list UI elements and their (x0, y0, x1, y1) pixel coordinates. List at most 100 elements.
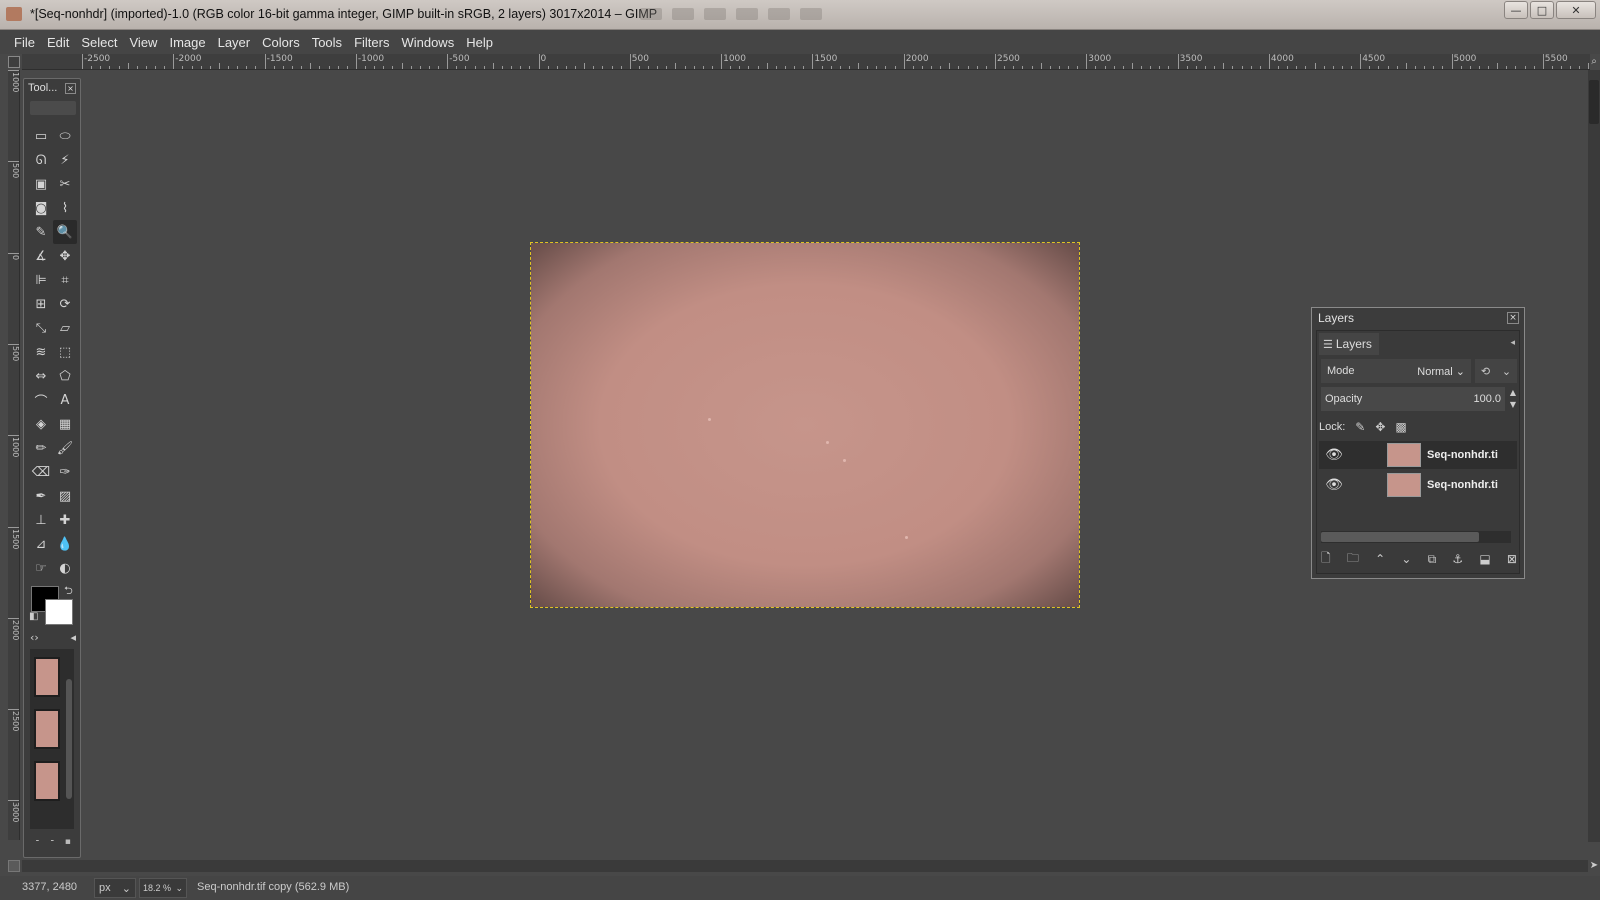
menu-image[interactable]: Image (163, 35, 211, 50)
opacity-slider[interactable]: Opacity 100.0 (1321, 387, 1505, 411)
layer-row[interactable]: 👁 Seq-nonhdr.ti (1319, 471, 1517, 499)
quick-mask-toggle[interactable] (8, 860, 20, 872)
align-icon[interactable]: ⊫ (29, 268, 53, 292)
horizontal-ruler[interactable]: -2500 -2000 -1500 -1000 -500 0 500 1000 1500 2000… (22, 54, 1590, 70)
tab-layers[interactable]: ☰ Layers (1319, 333, 1379, 355)
vertical-scrollbar[interactable] (1588, 70, 1600, 842)
fuzzy-select-icon[interactable]: ⚡ (53, 148, 77, 172)
menu-colors[interactable]: Colors (256, 35, 306, 50)
image-thumbnail[interactable] (34, 709, 60, 749)
visibility-eye-icon[interactable]: 👁 (1319, 447, 1349, 463)
select-by-color-icon[interactable]: ▣ (29, 172, 53, 196)
menu-file[interactable]: File (8, 35, 41, 50)
warp-transform-icon[interactable]: ≋ (29, 340, 53, 364)
unit-select[interactable]: px ⌄ (94, 878, 136, 898)
menu-layer[interactable]: Layer (212, 35, 257, 50)
horizontal-scrollbar[interactable] (22, 860, 1588, 872)
shear-icon[interactable]: ▱ (53, 316, 77, 340)
blur-icon[interactable]: 💧 (53, 532, 77, 556)
vertical-ruler[interactable]: 1000 500 0 500 1000 1500 2000 2500 3000 (8, 70, 20, 840)
paintbrush-icon[interactable]: 🖌 (53, 436, 77, 460)
menu-view[interactable]: View (124, 35, 164, 50)
menu-tools[interactable]: Tools (306, 35, 348, 50)
image-thumbnail[interactable] (34, 657, 60, 697)
smudge-icon[interactable]: ☞ (29, 556, 53, 580)
navigate-icon[interactable]: ➤ (1588, 860, 1600, 872)
rect-select-icon[interactable]: ▭ (29, 124, 53, 148)
opacity-spin-buttons[interactable]: ▲ ▼ (1507, 387, 1519, 411)
raise-layer-icon[interactable]: ⌃ (1375, 552, 1385, 566)
default-colors-icon[interactable]: ◧ (29, 611, 38, 622)
brush-nav-icon[interactable]: ‹› (30, 631, 39, 644)
gradient-icon[interactable]: ▦ (53, 412, 77, 436)
lock-alpha-icon[interactable]: ▩ (1395, 420, 1406, 434)
zoom-icon[interactable]: 🔍 (53, 220, 77, 244)
crop-icon[interactable]: ⌗ (53, 268, 77, 292)
menu-windows[interactable]: Windows (395, 35, 460, 50)
flip-icon[interactable]: ⇔ (29, 364, 53, 388)
anchor-layer-icon[interactable]: ⚓ (1452, 552, 1463, 566)
lock-pixels-icon[interactable]: ✎ (1355, 420, 1365, 434)
rotate-icon[interactable]: ⟳ (53, 292, 77, 316)
close-window-button[interactable]: ✕ (1556, 1, 1596, 19)
image-canvas[interactable] (530, 242, 1080, 608)
background-color-swatch[interactable] (45, 599, 73, 625)
layer-row[interactable]: 👁 Seq-nonhdr.ti (1319, 441, 1517, 469)
delete-layer-icon[interactable]: ⊠ (1507, 552, 1517, 566)
maximize-button[interactable]: □ (1530, 1, 1554, 19)
toolbox-close-button[interactable]: × (65, 83, 76, 94)
bucket-fill-icon[interactable]: ◈ (29, 412, 53, 436)
duplicate-layer-icon[interactable]: ⧉ (1428, 552, 1437, 567)
minimize-button[interactable]: — (1504, 1, 1528, 19)
zoom-follow-icon[interactable]: ⌕ (1588, 56, 1600, 68)
thumbnail-scrollbar[interactable] (66, 679, 72, 799)
toolbox-bottom-icon[interactable]: ▪ (65, 837, 71, 847)
tool-options-icon[interactable]: ◂ (70, 631, 76, 644)
foreground-select-icon[interactable]: ◙ (29, 196, 53, 220)
composite-mode-select[interactable]: ⟲ ⌄ (1475, 359, 1517, 383)
paths-icon[interactable]: ⌇ (53, 196, 77, 220)
cage-transform-icon[interactable]: ⬠ (53, 364, 77, 388)
text-icon[interactable]: A (53, 388, 77, 412)
dock-menu-icon[interactable]: ◂ (1510, 338, 1515, 348)
eraser-icon[interactable]: ⌫ (29, 460, 53, 484)
layers-dialog-close-button[interactable]: × (1507, 312, 1519, 324)
ellipse-select-icon[interactable]: ⬭ (53, 124, 77, 148)
pencil-icon[interactable]: ✏ (29, 436, 53, 460)
dodge-burn-icon[interactable]: ◐ (53, 556, 77, 580)
scissors-select-icon[interactable]: ✂ (53, 172, 77, 196)
scrollbar-thumb[interactable] (1589, 80, 1599, 124)
measure-icon[interactable]: ∡ (29, 244, 53, 268)
image-thumbnail[interactable] (34, 761, 60, 801)
color-picker-icon[interactable]: ✎ (29, 220, 53, 244)
new-layer-group-icon[interactable]: 🗀 (1347, 549, 1359, 570)
ink-icon[interactable]: ✒ (29, 484, 53, 508)
add-mask-icon[interactable]: ⬓ (1479, 552, 1490, 566)
ruler-corner-button[interactable] (8, 56, 20, 68)
move-icon[interactable]: ✥ (53, 244, 77, 268)
swap-colors-icon[interactable]: ⮌ (64, 582, 73, 601)
perspective-clone-icon[interactable]: ⊿ (29, 532, 53, 556)
new-layer-icon[interactable]: 🗋 (1321, 549, 1331, 570)
scrollbar-thumb[interactable] (1321, 532, 1479, 542)
mypaint-brush-icon[interactable]: ▨ (53, 484, 77, 508)
menu-edit[interactable]: Edit (41, 35, 75, 50)
menu-filters[interactable]: Filters (348, 35, 395, 50)
free-select-icon[interactable]: ᘏ (29, 148, 53, 172)
unified-transform-icon[interactable]: ⊞ (29, 292, 53, 316)
visibility-eye-icon[interactable]: 👁 (1319, 477, 1349, 493)
toolbox-bottom-icon[interactable]: ⁃ (35, 837, 40, 847)
menu-select[interactable]: Select (75, 35, 123, 50)
lower-layer-icon[interactable]: ⌄ (1401, 552, 1411, 566)
airbrush-icon[interactable]: ✑ (53, 460, 77, 484)
perspective-icon[interactable]: ⬚ (53, 340, 77, 364)
toolbox-bottom-icon[interactable]: ⁃ (50, 837, 55, 847)
clone-icon[interactable]: ⊥ (29, 508, 53, 532)
lock-position-icon[interactable]: ✥ (1375, 420, 1385, 434)
heal-icon[interactable]: ✚ (53, 508, 77, 532)
zoom-select[interactable]: 18.2 % ⌄ (139, 878, 187, 898)
scale-icon[interactable]: ⤡ (29, 316, 53, 340)
text-warp-icon[interactable]: ⌒ (29, 388, 53, 412)
layer-mode-select[interactable]: Mode Normal ⌄ (1321, 359, 1471, 383)
menu-help[interactable]: Help (460, 35, 499, 50)
